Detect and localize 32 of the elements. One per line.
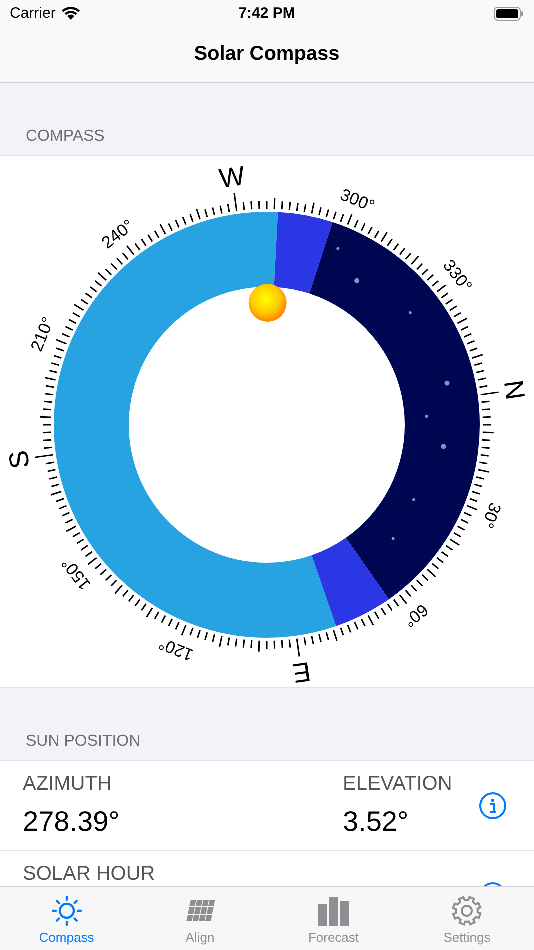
settings-icon bbox=[451, 895, 484, 927]
field-value: 278.39° bbox=[23, 806, 121, 838]
tab-item[interactable]: Forecast bbox=[267, 887, 400, 950]
carrier-name: Carrier bbox=[10, 5, 56, 22]
bar-chart-icon bbox=[318, 895, 350, 927]
field-label: SOLAR HOUR bbox=[23, 863, 156, 886]
field-label: AZIMUTH bbox=[23, 773, 113, 796]
degree-label: 330° bbox=[439, 256, 476, 296]
cardinal-label: N bbox=[498, 378, 531, 402]
section-header: SUN POSITION bbox=[26, 733, 141, 751]
cardinal-label: E bbox=[290, 656, 313, 687]
tab-item[interactable]: Settings bbox=[400, 887, 534, 950]
screen-title: Solar Compass bbox=[194, 43, 340, 66]
field-value: 3.52° bbox=[343, 806, 410, 838]
degree-label: 150° bbox=[58, 554, 95, 594]
degree-label: 60° bbox=[400, 600, 432, 632]
degree-label: 210° bbox=[27, 314, 58, 354]
degree-label: 300° bbox=[338, 185, 378, 216]
field-label: ELEVATION bbox=[343, 773, 452, 796]
battery-icon bbox=[494, 6, 524, 20]
wifi-icon bbox=[60, 6, 81, 21]
section-header: COMPASS bbox=[26, 128, 105, 146]
degree-label: 30° bbox=[478, 500, 505, 532]
tab-item[interactable]: Compass bbox=[0, 887, 134, 950]
status-time: 7:42 PM bbox=[238, 5, 296, 22]
tab-item[interactable]: Align bbox=[134, 887, 267, 950]
sun-icon bbox=[50, 895, 83, 927]
info-icon[interactable] bbox=[479, 792, 507, 820]
cardinal-label: W bbox=[218, 160, 247, 194]
cardinal-label: S bbox=[3, 448, 36, 471]
sun-marker bbox=[248, 284, 287, 322]
degree-label: 120° bbox=[156, 634, 196, 665]
